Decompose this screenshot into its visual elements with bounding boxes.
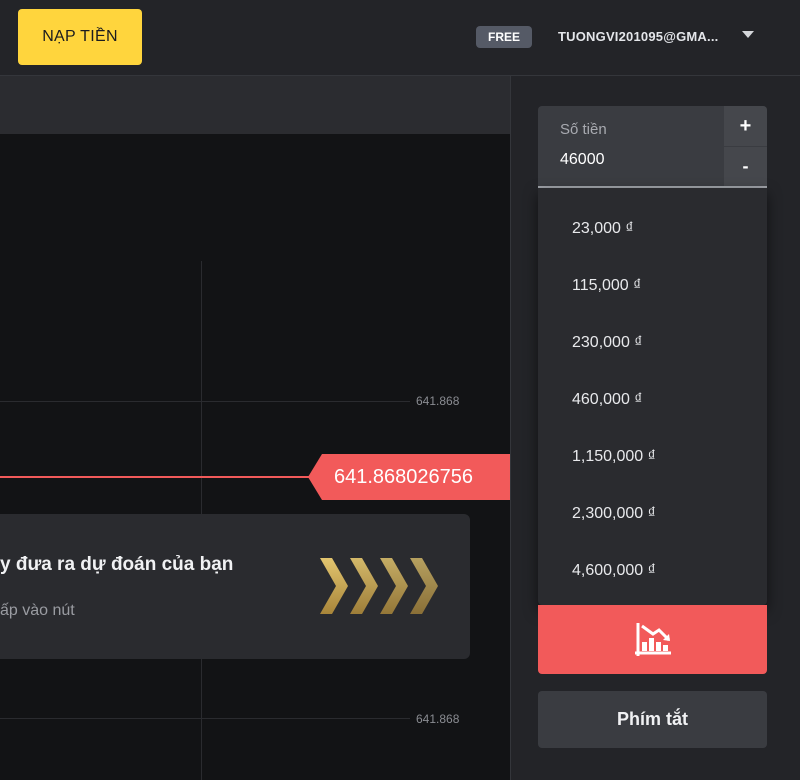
amount-option[interactable]: 1,150,000 ₫ [538, 428, 767, 485]
account-email[interactable]: TUONGVI201095@GMA... [558, 29, 718, 44]
price-chart[interactable]: 641.868 641.868 641.868026756 y đưa ra d… [0, 76, 510, 780]
plan-badge: FREE [476, 26, 532, 48]
amount-option[interactable]: 2,300,000 ₫ [538, 485, 767, 542]
amount-options-dropdown: 23,000 ₫ 115,000 ₫ 230,000 ₫ 460,000 ₫ 1… [538, 188, 767, 605]
increment-button[interactable]: + [724, 106, 767, 146]
grid-line-horizontal [0, 401, 410, 402]
amount-field[interactable]: Số tiền 46000 + - [538, 106, 767, 188]
shortcuts-button[interactable]: Phím tắt [538, 691, 767, 748]
chevron-down-icon[interactable] [742, 31, 754, 38]
amount-option[interactable]: 115,000 ₫ [538, 257, 767, 314]
prompt-subtitle: ấp vào nút [0, 602, 75, 619]
amount-label: Số tiền [560, 121, 607, 138]
price-tick-label: 641.868 [416, 394, 460, 408]
decrement-button[interactable]: - [724, 147, 767, 186]
sell-button[interactable] [538, 605, 767, 674]
chart-toolbar [0, 76, 510, 134]
grid-line-horizontal [0, 718, 410, 719]
deposit-button[interactable]: NẠP TIỀN [18, 9, 142, 65]
chevrons-right-icon [320, 558, 438, 614]
amount-input[interactable]: 46000 [560, 151, 605, 169]
amount-option[interactable]: 23,000 ₫ [538, 200, 767, 257]
prediction-prompt-card: y đưa ra dự đoán của bạn ấp vào nút [0, 514, 470, 659]
amount-option[interactable]: 4,600,000 ₫ [538, 542, 767, 599]
chart-down-icon [634, 622, 671, 656]
price-tick-label: 641.868 [416, 712, 460, 726]
amount-option[interactable]: 460,000 ₫ [538, 371, 767, 428]
prompt-title: y đưa ra dự đoán của bạn [0, 554, 234, 575]
current-price-tag: 641.868026756 [308, 454, 510, 500]
amount-option[interactable]: 230,000 ₫ [538, 314, 767, 371]
top-bar: NẠP TIỀN FREE TUONGVI201095@GMA... [0, 0, 800, 76]
current-price-line [0, 476, 312, 478]
